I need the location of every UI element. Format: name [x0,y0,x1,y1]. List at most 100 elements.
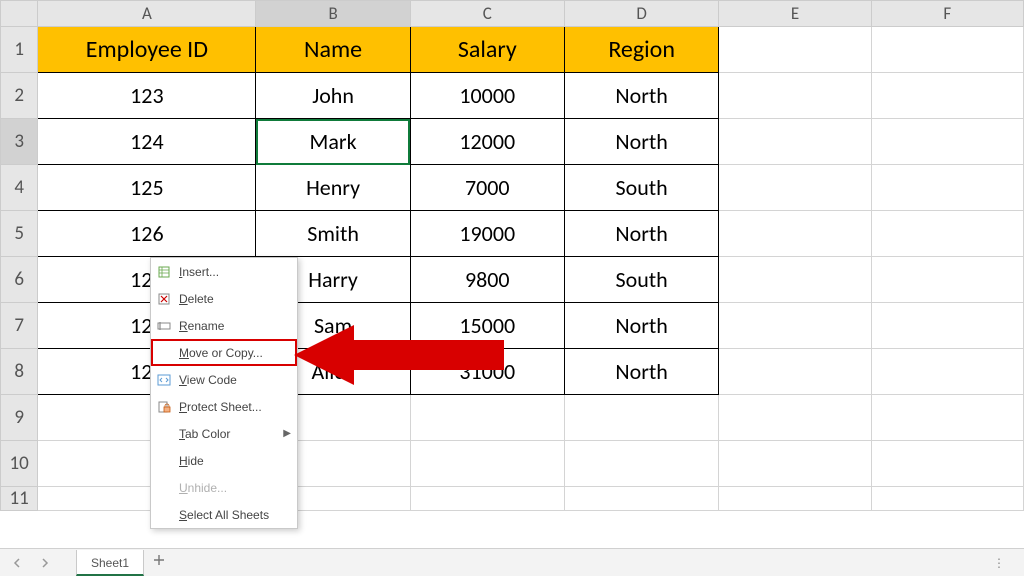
empty-cell[interactable] [871,27,1023,73]
tab-nav-next[interactable] [34,552,56,574]
annotation-red-arrow [294,325,504,385]
select-all-cell[interactable] [1,1,38,27]
tab-color-icon [155,425,173,443]
table-header-cell[interactable]: Region [564,27,719,73]
empty-cell[interactable] [719,349,871,395]
empty-cell[interactable] [871,119,1023,165]
row-header[interactable]: 10 [1,441,38,487]
menu-item-move-or-copy[interactable]: Move or Copy... [151,339,297,366]
menu-item-label: View Code [179,373,237,387]
table-cell[interactable]: North [564,349,719,395]
menu-item-delete[interactable]: Delete [151,285,297,312]
menu-item-label: Unhide... [179,481,227,495]
menu-item-hide[interactable]: Hide [151,447,297,474]
column-header[interactable]: B [256,1,410,27]
empty-cell[interactable] [871,441,1023,487]
empty-cell[interactable] [719,165,871,211]
menu-item-select-all-sheets[interactable]: Select All Sheets [151,501,297,528]
column-header[interactable]: F [871,1,1023,27]
empty-cell[interactable] [719,73,871,119]
table-cell[interactable]: 125 [38,165,256,211]
row-header[interactable]: 2 [1,73,38,119]
view-code-icon [155,371,173,389]
table-cell[interactable]: 7000 [410,165,564,211]
menu-item-tab-color[interactable]: Tab Color▶ [151,420,297,447]
menu-item-insert[interactable]: Insert... [151,258,297,285]
table-cell[interactable]: South [564,165,719,211]
tab-nav-prev[interactable] [6,552,28,574]
menu-item-rename[interactable]: Rename [151,312,297,339]
column-header[interactable]: C [410,1,564,27]
menu-item-view-code[interactable]: View Code [151,366,297,393]
empty-cell[interactable] [871,165,1023,211]
menu-item-label: Insert... [179,265,219,279]
empty-cell[interactable] [719,441,871,487]
empty-cell[interactable] [871,395,1023,441]
table-cell[interactable]: North [564,211,719,257]
column-header[interactable]: D [564,1,719,27]
table-cell[interactable]: John [256,73,410,119]
row-header[interactable]: 11 [1,487,38,511]
empty-cell[interactable] [564,487,719,511]
chevron-right-icon [40,558,50,568]
row-header[interactable]: 4 [1,165,38,211]
empty-cell[interactable] [871,303,1023,349]
empty-cell[interactable] [871,487,1023,511]
table-cell[interactable]: Smith [256,211,410,257]
table-cell[interactable]: 19000 [410,211,564,257]
empty-cell[interactable] [719,303,871,349]
insert-cells-icon [155,263,173,281]
table-cell[interactable]: North [564,73,719,119]
empty-cell[interactable] [871,211,1023,257]
row-header[interactable]: 9 [1,395,38,441]
empty-cell[interactable] [719,211,871,257]
row-header[interactable]: 5 [1,211,38,257]
empty-cell[interactable] [871,257,1023,303]
table-cell[interactable]: 9800 [410,257,564,303]
table-cell[interactable]: North [564,119,719,165]
sheet-tab-active[interactable]: Sheet1 [76,550,144,576]
move-copy-icon [155,344,173,362]
table-cell[interactable]: 124 [38,119,256,165]
tab-bar-options-button[interactable]: ⋮ [993,556,1006,570]
empty-cell[interactable] [719,487,871,511]
table-header-cell[interactable]: Salary [410,27,564,73]
row-header[interactable]: 8 [1,349,38,395]
table-cell[interactable]: South [564,257,719,303]
table-cell[interactable]: 123 [38,73,256,119]
table-cell[interactable]: North [564,303,719,349]
empty-cell[interactable] [719,27,871,73]
table-header-cell[interactable]: Employee ID [38,27,256,73]
no-icon [155,479,173,497]
row-header[interactable]: 3 [1,119,38,165]
table-cell[interactable]: 10000 [410,73,564,119]
column-header[interactable]: E [719,1,871,27]
menu-item-label: Tab Color [179,427,230,441]
sheet-tab-context-menu[interactable]: Insert... DeleteRenameMove or Copy... View… [150,257,298,529]
menu-item-protect-sheet[interactable]: Protect Sheet... [151,393,297,420]
sheet-tab-bar: Sheet1 ⋮ [0,548,1024,576]
table-cell[interactable]: 12000 [410,119,564,165]
empty-cell[interactable] [871,73,1023,119]
empty-cell[interactable] [564,441,719,487]
add-sheet-button[interactable] [146,550,172,576]
row-header[interactable]: 1 [1,27,38,73]
column-header[interactable]: A [38,1,256,27]
table-cell[interactable]: Mark [256,119,410,165]
table-cell[interactable]: 126 [38,211,256,257]
table-header-cell[interactable]: Name [256,27,410,73]
row-header[interactable]: 6 [1,257,38,303]
table-cell[interactable]: Henry [256,165,410,211]
empty-cell[interactable] [410,487,564,511]
empty-cell[interactable] [719,257,871,303]
empty-cell[interactable] [871,349,1023,395]
empty-cell[interactable] [719,395,871,441]
plus-icon [153,554,165,566]
row-header[interactable]: 7 [1,303,38,349]
empty-cell[interactable] [719,119,871,165]
empty-cell[interactable] [410,395,564,441]
no-icon [155,452,173,470]
protect-sheet-icon [155,398,173,416]
empty-cell[interactable] [410,441,564,487]
empty-cell[interactable] [564,395,719,441]
